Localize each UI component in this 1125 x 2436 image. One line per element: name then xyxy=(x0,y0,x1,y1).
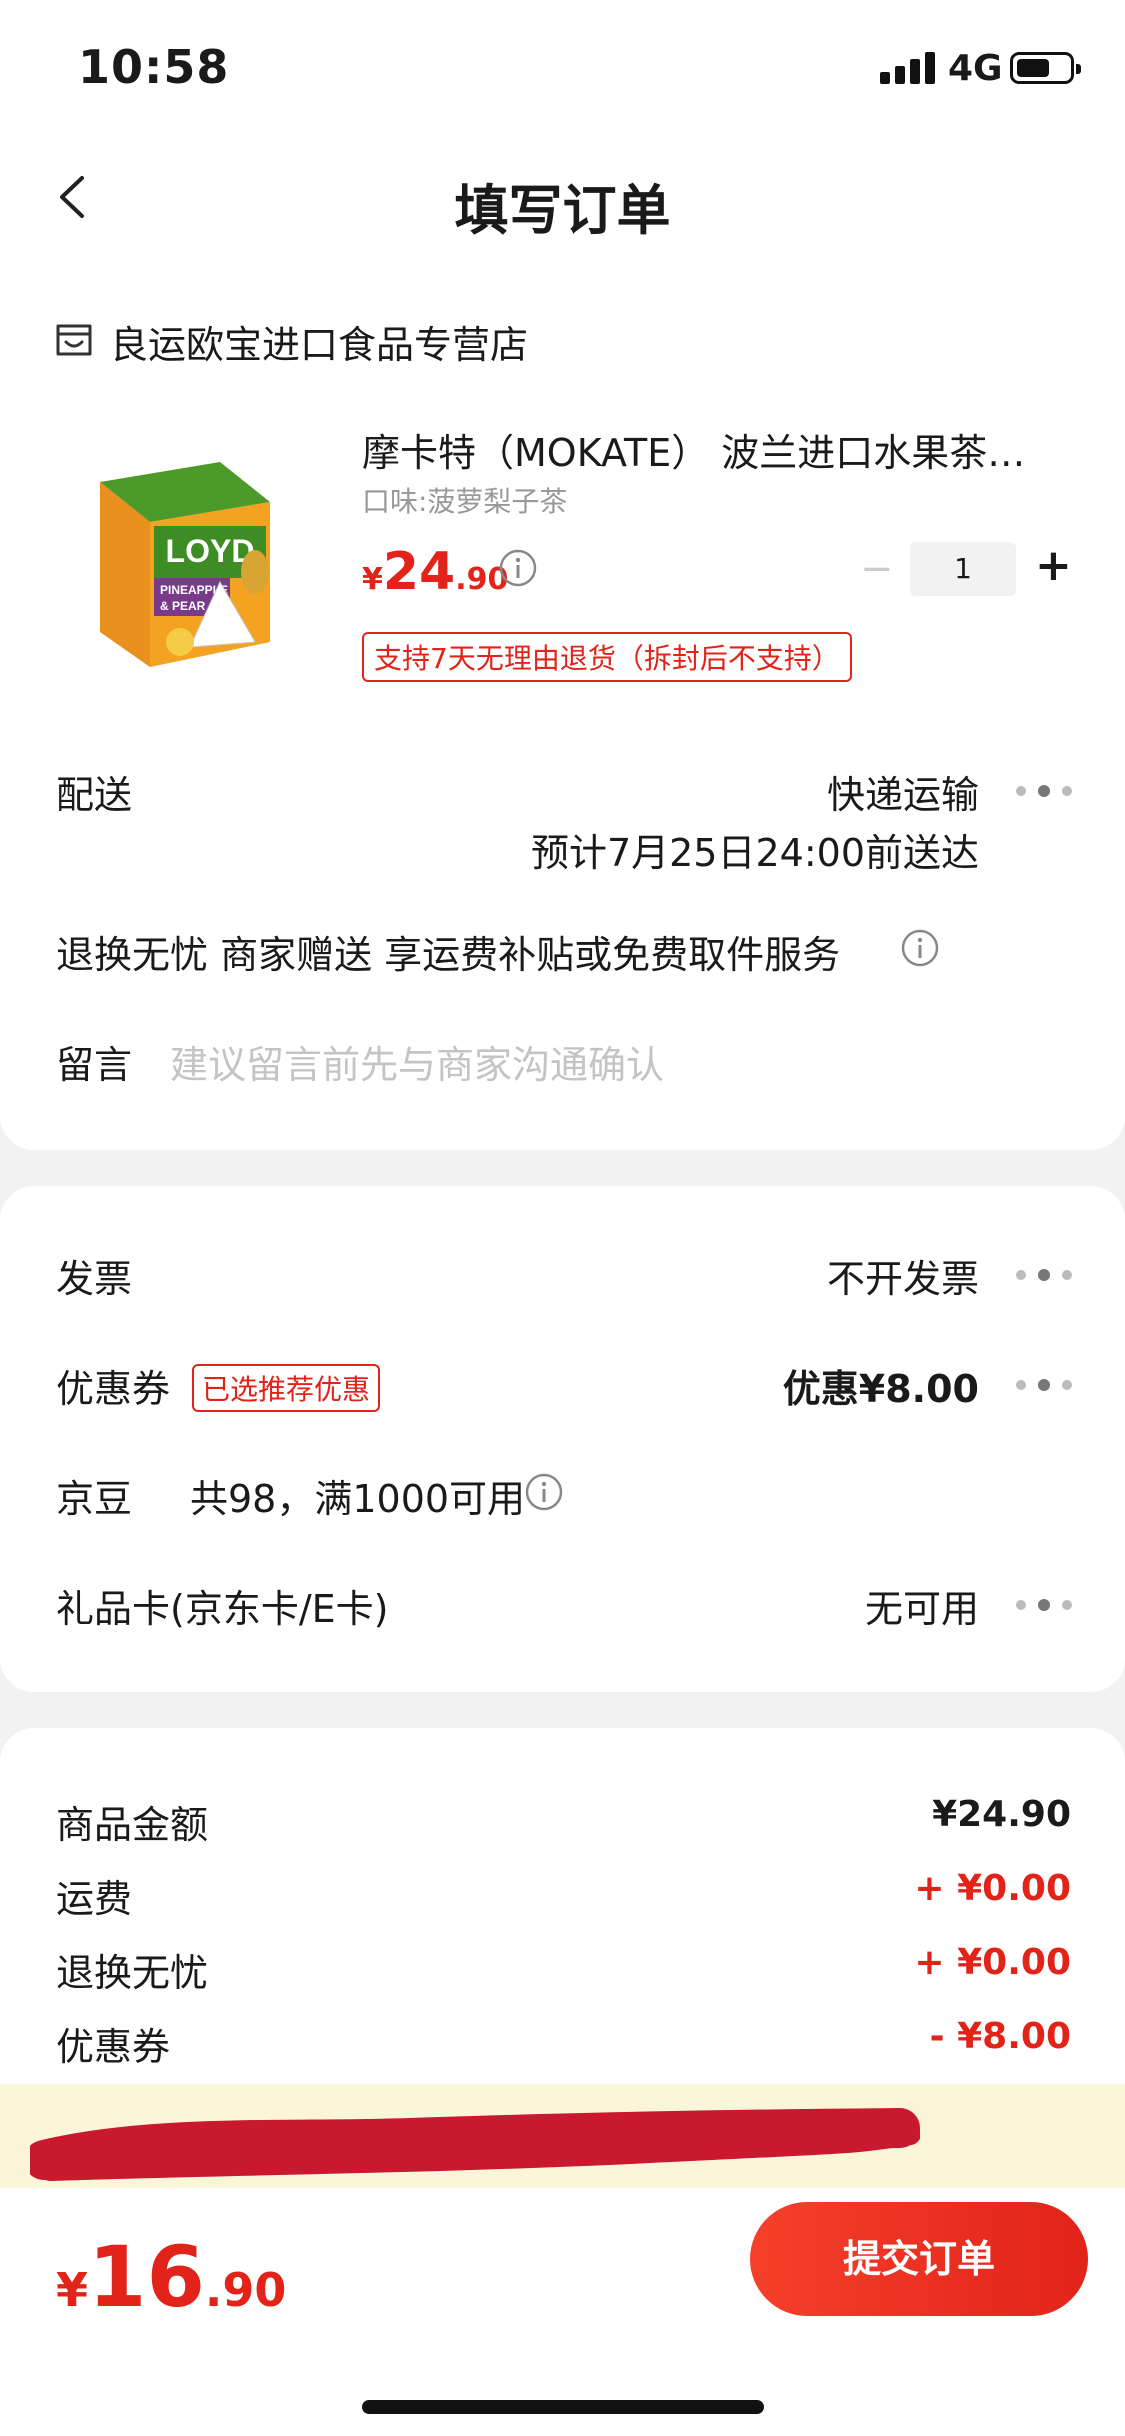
jingdou-info-icon[interactable] xyxy=(524,1472,564,1512)
battery-icon xyxy=(1010,52,1081,84)
signal-icon xyxy=(880,52,936,84)
total-integer: 16 xyxy=(88,2228,205,2326)
giftcard-value[interactable]: 无可用 xyxy=(865,1578,979,1633)
summary-label: 优惠券 xyxy=(56,2025,171,2069)
price-info-icon[interactable] xyxy=(498,548,538,588)
giftcard-more-icon[interactable] xyxy=(1016,1599,1072,1612)
nav-bar: 填写订单 xyxy=(0,132,1125,264)
summary-value: ¥24.90 xyxy=(932,1794,1071,1835)
summary-label: 商品金额 xyxy=(56,1803,209,1847)
summary-value: + ¥0.00 xyxy=(914,1868,1071,1909)
total-price: ¥16.90 xyxy=(56,2228,286,2326)
summary-label: 运费 xyxy=(56,1877,133,1921)
message-input[interactable]: 建议留言前先与商家沟通确认 xyxy=(170,1034,664,1089)
product-spec: 口味:菠萝梨子茶 xyxy=(362,485,568,518)
summary-value: + ¥0.00 xyxy=(914,1942,1071,1983)
delivery-eta: 预计7月25日24:00前送达 xyxy=(530,831,979,875)
product-image-brand: LOYD xyxy=(166,533,255,569)
order-card: 良运欧宝进口食品专营店 LOYD PINEAPPLE & PEAR 摩卡特（MO… xyxy=(0,264,1125,1150)
network-label: 4G xyxy=(948,48,1003,89)
status-time: 10:58 xyxy=(78,40,230,94)
page-title: 填写订单 xyxy=(454,179,671,242)
product-image-line2: & PEAR xyxy=(160,599,206,613)
invoice-value[interactable]: 不开发票 xyxy=(827,1248,979,1303)
status-bar: 10:58 4G xyxy=(0,0,1125,132)
giftcard-label: 礼品卡(京东卡/E卡) xyxy=(56,1587,389,1631)
message-label: 留言 xyxy=(56,1043,133,1087)
submit-order-button[interactable]: 提交订单 xyxy=(750,2202,1088,2316)
jingdou-label: 京豆 xyxy=(56,1477,133,1521)
price-summary-card: 商品金额 ¥24.90 运费 + ¥0.00 退换无忧 + ¥0.00 优惠券 … xyxy=(0,1728,1125,2088)
checkout-bar: ¥16.90 提交订单 xyxy=(0,2188,1125,2436)
product-title[interactable]: 摩卡特（MOKATE） 波兰进口水果茶… xyxy=(362,422,1062,477)
summary-value: - ¥8.00 xyxy=(929,2016,1071,2057)
coupon-label: 优惠券 xyxy=(56,1367,171,1411)
coupon-recommend-tag: 已选推荐优惠 xyxy=(192,1364,381,1412)
invoice-more-icon[interactable] xyxy=(1016,1269,1072,1282)
delivery-label: 配送 xyxy=(56,773,133,817)
service-text: 退换无忧 商家赠送 享运费补贴或免费取件服务 xyxy=(56,933,841,977)
product-image[interactable]: LOYD PINEAPPLE & PEAR xyxy=(70,442,300,672)
quantity-increase-button[interactable]: + xyxy=(1035,540,1072,591)
summary-label: 退换无忧 xyxy=(56,1951,209,1995)
total-decimal: .90 xyxy=(204,2263,287,2317)
price-integer: 24 xyxy=(382,542,456,602)
store-name[interactable]: 良运欧宝进口食品专营店 xyxy=(110,314,528,369)
product-price: ¥24.90 xyxy=(362,542,508,602)
coupon-value[interactable]: 优惠¥8.00 xyxy=(783,1358,979,1413)
store-icon xyxy=(56,324,92,356)
quantity-input[interactable]: 1 xyxy=(910,542,1016,596)
jingdou-text: 共98，满1000可用 xyxy=(190,1477,526,1521)
redaction-scribble xyxy=(30,2108,920,2181)
delivery-method[interactable]: 快递运输 xyxy=(827,764,979,819)
coupon-more-icon[interactable] xyxy=(1016,1379,1072,1392)
home-indicator[interactable] xyxy=(362,2400,764,2414)
return-policy-tag: 支持7天无理由退货（拆封后不支持） xyxy=(362,632,852,682)
price-symbol: ¥ xyxy=(362,562,383,597)
quantity-decrease-button[interactable]: − xyxy=(860,546,894,592)
invoice-label: 发票 xyxy=(56,1257,133,1301)
delivery-more-icon[interactable] xyxy=(1016,785,1072,798)
total-symbol: ¥ xyxy=(56,2263,89,2317)
benefits-card: 发票 不开发票 优惠券 已选推荐优惠 优惠¥8.00 京豆 共98，满1000可… xyxy=(0,1186,1125,1692)
notice-banner xyxy=(0,2084,1125,2188)
service-info-icon[interactable] xyxy=(900,928,940,968)
